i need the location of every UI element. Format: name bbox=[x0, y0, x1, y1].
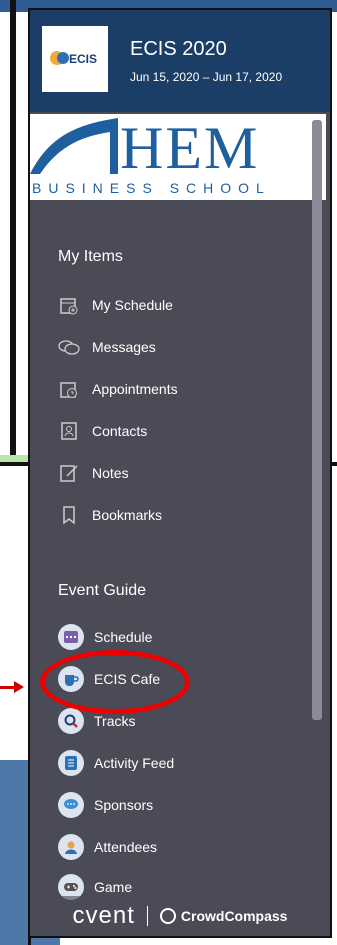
nav-item-activity-feed[interactable]: Activity Feed bbox=[58, 748, 174, 778]
my-items-heading: My Items bbox=[58, 248, 123, 265]
nav-item-label: Tracks bbox=[94, 713, 136, 729]
background-frame-edge bbox=[10, 0, 16, 460]
nav-item-label: Contacts bbox=[92, 423, 148, 439]
bookmark-icon bbox=[58, 504, 80, 526]
sponsor-chat-icon bbox=[58, 792, 84, 818]
nav-item-messages[interactable]: Messages bbox=[58, 332, 156, 362]
nav-item-label: Sponsors bbox=[94, 797, 154, 813]
nav-item-notes[interactable]: Notes bbox=[58, 458, 129, 488]
cvent-brand: cvent bbox=[72, 902, 135, 929]
event-header[interactable]: ECIS ECIS 2020 Jun 15, 2020 – Jun 17, 20… bbox=[30, 10, 330, 112]
calendar-plus-icon bbox=[58, 294, 80, 316]
event-logo: ECIS bbox=[42, 26, 108, 92]
crowdcompass-icon bbox=[159, 908, 176, 924]
feed-list-icon bbox=[58, 750, 84, 776]
nav-item-label: Notes bbox=[92, 465, 129, 481]
svg-text:ECIS: ECIS bbox=[69, 52, 97, 66]
calendar-clock-icon bbox=[58, 378, 80, 400]
event-guide-heading: Event Guide bbox=[58, 582, 147, 599]
nav-item-sponsors[interactable]: Sponsors bbox=[58, 790, 153, 820]
nav-item-contacts[interactable]: Contacts bbox=[58, 416, 147, 446]
footer-separator bbox=[146, 906, 148, 926]
event-title: ECIS 2020 bbox=[130, 38, 227, 60]
hem-wing-icon bbox=[30, 118, 118, 174]
note-pencil-icon bbox=[58, 462, 80, 484]
sponsor-banner[interactable]: HEM BUSINESS SCHOOL bbox=[30, 114, 326, 200]
annotation-highlight-ellipse bbox=[40, 650, 190, 714]
background-frame-edge-lower bbox=[0, 467, 31, 945]
nav-item-label: Appointments bbox=[92, 381, 178, 397]
event-nav-panel: ECIS ECIS 2020 Jun 15, 2020 – Jun 17, 20… bbox=[28, 8, 332, 938]
nav-item-my-schedule[interactable]: My Schedule bbox=[58, 290, 173, 320]
people-icon bbox=[58, 834, 84, 860]
powered-by-footer: cvent CrowdCompass bbox=[30, 896, 330, 936]
crowdcompass-brand: CrowdCompass bbox=[180, 908, 288, 924]
nav-item-schedule[interactable]: Schedule bbox=[58, 622, 152, 652]
nav-item-label: Schedule bbox=[94, 629, 153, 645]
nav-item-label: Activity Feed bbox=[94, 755, 175, 771]
nav-item-label: My Schedule bbox=[92, 297, 173, 313]
sponsor-name-sub: BUSINESS SCHOOL bbox=[32, 180, 271, 196]
contact-card-icon bbox=[58, 420, 80, 442]
nav-item-label: Attendees bbox=[94, 839, 158, 855]
scrollbar[interactable] bbox=[312, 120, 322, 720]
nav-item-attendees[interactable]: Attendees bbox=[58, 832, 157, 862]
calendar-icon bbox=[58, 624, 84, 650]
chat-bubbles-icon bbox=[58, 336, 80, 358]
nav-item-label: Messages bbox=[92, 339, 156, 355]
nav-item-label: Bookmarks bbox=[92, 507, 163, 523]
annotation-arrow-head bbox=[14, 681, 24, 693]
ecis-logo-icon: ECIS bbox=[50, 51, 97, 66]
nav-item-appointments[interactable]: Appointments bbox=[58, 374, 178, 404]
nav-item-bookmarks[interactable]: Bookmarks bbox=[58, 500, 162, 530]
nav-item-label: Game bbox=[94, 879, 133, 895]
event-dates: Jun 15, 2020 – Jun 17, 2020 bbox=[130, 70, 283, 84]
sponsor-name-big: HEM bbox=[120, 115, 260, 181]
magnifier-icon bbox=[58, 708, 84, 734]
